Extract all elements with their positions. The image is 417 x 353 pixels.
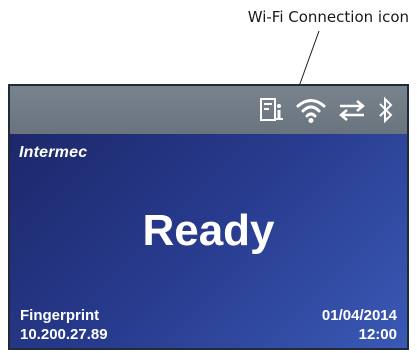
bluetooth-icon <box>377 96 395 124</box>
printer-display: Intermec Ready Fingerprint 10.200.27.89 … <box>8 84 409 350</box>
time: 12:00 <box>358 326 397 343</box>
footer-left: Fingerprint 10.200.27.89 <box>20 306 108 344</box>
printer-info-icon <box>259 96 285 124</box>
app-name: Fingerprint <box>20 307 100 324</box>
page: Wi-Fi Connection icon Intermec Ready Fin… <box>0 0 417 353</box>
brand-logo: Intermec <box>19 144 88 161</box>
data-transfer-icon <box>337 98 367 122</box>
status-bar <box>10 86 407 134</box>
ip-address: 10.200.27.89 <box>20 326 108 343</box>
wifi-icon <box>295 96 327 124</box>
status-text: Ready <box>142 206 275 255</box>
date: 01/04/2014 <box>321 307 397 324</box>
status-icons <box>259 94 395 126</box>
footer-right: 01/04/2014 12:00 <box>322 306 397 344</box>
